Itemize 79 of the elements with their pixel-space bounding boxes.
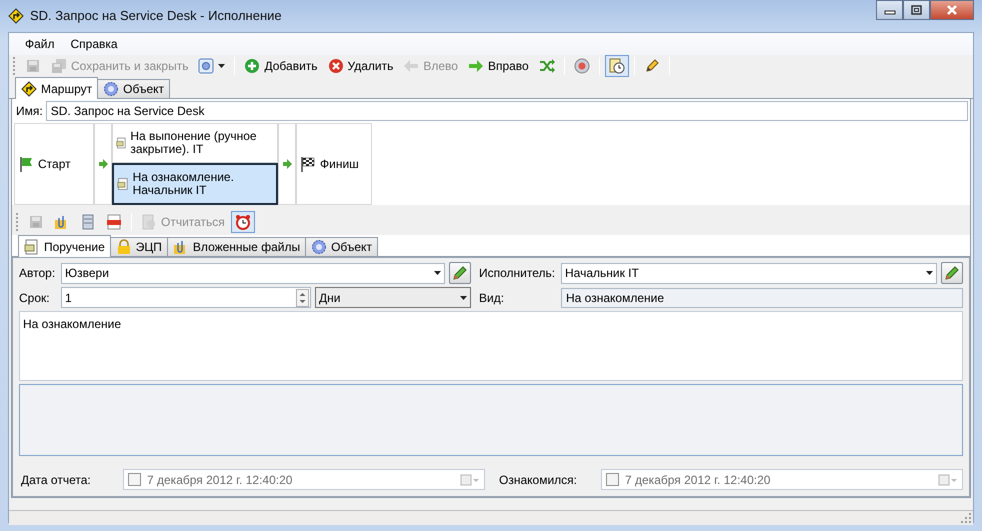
scanner-icon: [80, 214, 96, 230]
route-step[interactable]: На выпонение (ручное закрытие). IT: [112, 123, 278, 163]
menu-item[interactable]: Файл: [17, 33, 63, 55]
calendar-dropdown-icon: [938, 472, 958, 488]
step-label: На выпонение (ручное закрытие). IT: [130, 130, 258, 156]
document-icon: [116, 135, 128, 151]
resize-grip-icon: [961, 513, 971, 523]
name-label: Имя:: [16, 103, 43, 120]
start-node[interactable]: Старт: [18, 155, 71, 173]
author-dropdown[interactable]: Юзвери: [61, 262, 445, 284]
document-icon: [117, 176, 130, 192]
edit-performer-button[interactable]: [941, 262, 963, 284]
document-icon: [24, 238, 40, 254]
close-button[interactable]: [930, 0, 974, 20]
right-button[interactable]: Вправо: [464, 55, 533, 77]
padlock-icon: [116, 239, 132, 255]
clock-icon: [608, 58, 625, 74]
checkbox[interactable]: [128, 473, 141, 486]
task-tab[interactable]: ЭЦП: [110, 237, 168, 256]
type-field[interactable]: На ознакомление: [561, 288, 963, 308]
edit-author-button[interactable]: [449, 262, 471, 284]
delete-button[interactable]: Удалить: [324, 55, 398, 77]
task-tab[interactable]: Поручение: [18, 235, 111, 257]
pencil-icon: [452, 265, 468, 281]
maximize-icon: [911, 5, 922, 15]
route-tab[interactable]: Маршрут: [15, 77, 98, 99]
delete-icon: [328, 58, 344, 74]
caret-icon: [460, 296, 467, 300]
type-label: Вид:: [479, 290, 506, 306]
report-date-picker[interactable]: 7 декабря 2012 г. 12:40:20: [123, 469, 485, 490]
close-icon: [946, 4, 958, 16]
diamond-sign-icon: [21, 80, 37, 96]
performer-label: Исполнитель:: [479, 265, 556, 282]
shuffle-icon: [538, 58, 555, 74]
caret-icon: [926, 271, 933, 275]
unit-dropdown[interactable]: Дни: [315, 287, 471, 308]
flag-icon: [18, 156, 34, 172]
report-text-area[interactable]: [19, 384, 963, 456]
maximize-button[interactable]: [903, 0, 930, 20]
task-tab[interactable]: Вложенные файлы: [166, 237, 306, 256]
caret-icon: [434, 271, 441, 275]
checkered-flag-icon: [300, 156, 316, 172]
minimize-button[interactable]: [876, 0, 903, 20]
window-title: SD. Запрос на Service Desk - Исполнение: [30, 7, 282, 26]
plus-icon: [244, 58, 260, 74]
diamond-sign-icon: [8, 8, 24, 24]
alarm-clock-icon: [234, 214, 251, 230]
clock-button[interactable]: [604, 55, 629, 77]
acknowledged-label: Ознакомился:: [499, 472, 578, 488]
calendar-dropdown-icon: [460, 472, 480, 488]
caret-icon: [218, 64, 226, 68]
route-step[interactable]: На ознакомление. Начальник IT: [112, 163, 278, 205]
term-spin-field[interactable]: 1: [61, 287, 311, 308]
pdf-icon: [106, 214, 122, 230]
pencil-icon: [644, 58, 660, 74]
pencil-icon: [944, 265, 960, 281]
alarm-button[interactable]: [230, 211, 255, 233]
report-icon: [141, 214, 157, 230]
right-arrow-icon: [468, 58, 484, 74]
disks-icon: [51, 58, 67, 74]
task-tab[interactable]: Объект: [305, 237, 378, 256]
finish-node[interactable]: Финиш: [300, 155, 359, 173]
route-tab[interactable]: Объект: [97, 79, 170, 98]
report-date-label: Дата отчета:: [21, 472, 92, 488]
name-field[interactable]: SD. Запрос на Service Desk: [46, 101, 968, 121]
performer-dropdown[interactable]: Начальник IT: [561, 262, 937, 284]
add-button[interactable]: Добавить: [240, 55, 322, 77]
left-arrow-icon: [403, 58, 420, 74]
spinner-arrows-icon: [296, 288, 309, 306]
arrow-icon: [282, 159, 292, 169]
acknowledged-date-picker[interactable]: 7 декабря 2012 г. 12:40:20: [601, 469, 963, 490]
instruction-text: На ознакомление: [19, 311, 963, 381]
term-label: Срок:: [19, 290, 51, 306]
round-icon: [574, 58, 590, 74]
checkbox[interactable]: [606, 473, 619, 486]
author-label: Автор:: [19, 265, 56, 282]
arrow-icon: [98, 159, 108, 169]
step-label: На ознакомление. Начальник IT: [132, 170, 235, 198]
menu-item[interactable]: Справка: [62, 33, 126, 55]
